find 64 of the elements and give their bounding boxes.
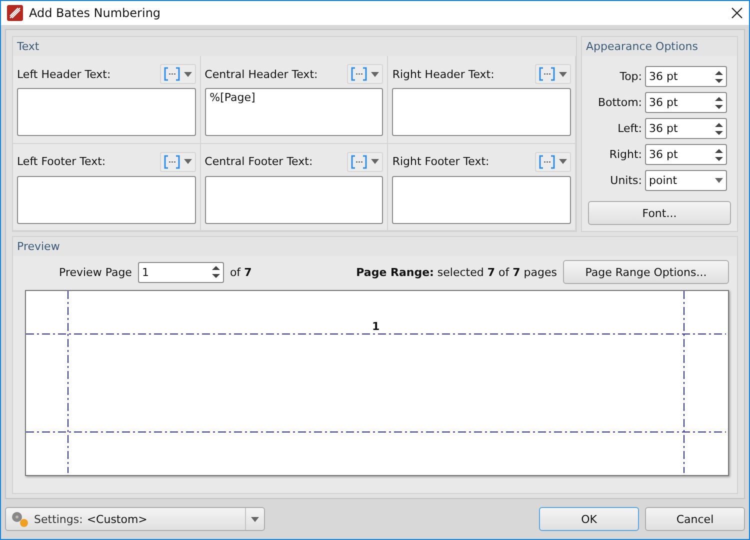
macro-button[interactable] [347,64,384,84]
field-label: Right Header Text: [392,68,494,80]
spin-arrows-icon[interactable] [715,122,723,136]
field-label: Central Header Text: [204,68,318,80]
spin-field[interactable]: 36 pt [645,118,727,139]
group-title: Preview [13,237,737,256]
bracket-ellipsis-icon [351,154,368,168]
app-icon [7,5,23,21]
caret-icon [184,159,192,164]
spin-field[interactable]: 36 pt [645,92,727,113]
caret-icon [184,72,192,76]
group-title: Appearance Options [582,37,737,56]
text-area[interactable] [204,176,384,224]
bracket-ellipsis-icon [539,67,555,81]
caret-icon [559,159,567,164]
bracket-ellipsis-icon [539,154,555,168]
units-dropdown[interactable]: point [645,170,727,191]
field-label: Left Header Text: [17,68,111,80]
cancel-button[interactable]: Cancel [645,507,745,531]
page-count: of 7 [230,266,252,278]
macro-button[interactable] [535,152,571,172]
field-label: Left: [616,122,642,135]
caret-icon [251,516,259,522]
caret-icon [559,72,567,76]
field-label: Units: [609,174,642,187]
spin-field[interactable]: 36 pt [645,144,727,165]
text-area[interactable]: %[Page] [204,88,384,136]
macro-button[interactable] [535,64,571,84]
window-title: Add Bates Numbering [29,6,162,20]
spin-arrows-icon[interactable] [212,265,220,279]
macro-button[interactable] [160,152,196,172]
ok-button[interactable]: OK [539,507,639,531]
bracket-ellipsis-icon [351,67,368,81]
field-label: Central Footer Text: [204,155,313,168]
page-spin-field[interactable]: 1 [138,262,224,282]
text-area[interactable] [392,176,571,224]
settings-dropdown[interactable]: Settings: <Custom> [5,507,265,531]
caret-icon [371,72,380,76]
text-area[interactable] [17,176,196,224]
text-area[interactable] [17,88,196,136]
field-label: Preview Page [59,266,132,278]
field-label: Right: [608,148,642,161]
gears-icon [10,510,30,528]
page-range-options-button[interactable]: Page Range Options... [563,260,729,284]
macro-button[interactable] [160,64,196,84]
caret-icon [371,159,380,164]
text-area[interactable] [392,88,571,136]
page-number: 1 [372,320,380,333]
macro-button[interactable] [347,152,384,172]
spin-arrows-icon[interactable] [715,70,723,84]
page-range-summary: Page Range: selected 7 of 7 pages [356,266,557,278]
field-label: Right Footer Text: [392,155,490,168]
spin-arrows-icon[interactable] [715,96,723,110]
bracket-ellipsis-icon [164,154,180,168]
field-label: Top: [618,70,642,83]
caret-icon [715,178,723,183]
font-button[interactable]: Font... [588,201,731,225]
bracket-ellipsis-icon [164,67,180,81]
field-label: Left Footer Text: [17,155,106,168]
close-icon[interactable] [731,7,743,19]
group-title: Text [13,37,576,56]
spin-field[interactable]: 36 pt [645,66,727,87]
field-label: Bottom: [596,96,642,109]
spin-arrows-icon[interactable] [715,148,723,162]
